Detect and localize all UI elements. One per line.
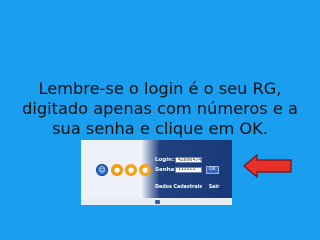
login-input[interactable]: 42696474: [175, 157, 202, 163]
user-icon[interactable]: ☺: [96, 164, 108, 176]
login-panel: Login: 42696474 Senha: •••••• OK Dados C…: [155, 154, 229, 194]
ok-button[interactable]: OK: [206, 166, 219, 174]
panel-links: Dados Cadastrais Sair: [155, 185, 224, 190]
orange-circle-icon[interactable]: ●: [125, 164, 137, 176]
sair-link[interactable]: Sair: [209, 185, 220, 190]
orange-circle-icon[interactable]: ●: [139, 164, 151, 176]
login-row: Login: 42696474: [155, 156, 202, 164]
instruction-line-2: digitado apenas com números e a: [22, 99, 298, 118]
instruction-text: Lembre-se o login é o seu RG, digitado a…: [8, 79, 312, 139]
login-label: Login:: [155, 157, 175, 163]
instruction-line-3: sua senha e clique em OK.: [52, 119, 268, 138]
password-input[interactable]: ••••••: [175, 167, 202, 173]
senha-label: Senha:: [155, 167, 177, 173]
instruction-line-1: Lembre-se o login é o seu RG,: [38, 79, 282, 98]
scroll-marker: [155, 200, 160, 204]
dados-cadastrais-link[interactable]: Dados Cadastrais: [155, 185, 202, 190]
senha-row: Senha: •••••• OK: [155, 166, 219, 174]
red-arrow-icon: [243, 154, 292, 178]
orange-circle-icon[interactable]: ●: [111, 164, 123, 176]
login-screenshot: ☺ ● ● ● Login: 42696474 Senha: •••••• OK…: [81, 140, 232, 205]
